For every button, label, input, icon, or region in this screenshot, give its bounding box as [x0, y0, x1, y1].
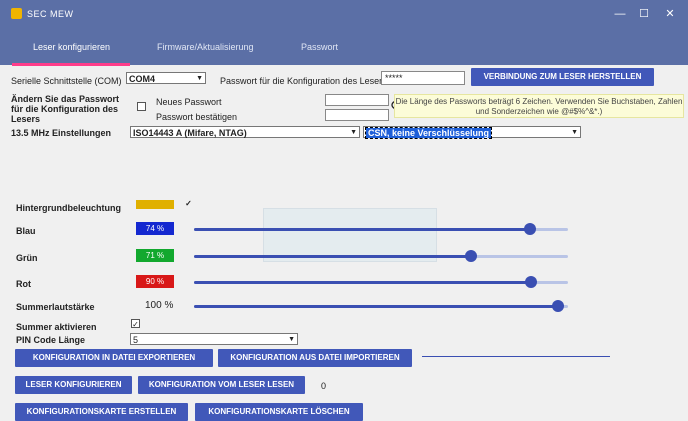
window-title: SEC MEW	[27, 9, 74, 19]
backlight-swatch	[136, 200, 174, 209]
new-password-input[interactable]	[325, 94, 389, 106]
com-port-value: COM4	[129, 74, 156, 84]
active-tab-indicator	[12, 63, 130, 66]
new-password-label: Neues Passwort	[156, 97, 222, 107]
confirm-password-input[interactable]	[325, 109, 389, 121]
green-slider-fill	[194, 255, 471, 258]
pin-length-label: PIN Code Länge	[16, 335, 86, 345]
buzzer-volume-thumb[interactable]	[552, 300, 564, 312]
minimize-button[interactable]: —	[610, 6, 630, 22]
change-password-label: Ändern Sie das Passwort für die Konfigur…	[11, 94, 120, 124]
buzzer-volume-value: 100 %	[145, 300, 174, 311]
green-label: Grün	[16, 253, 38, 263]
tab-firmware[interactable]: Firmware/Aktualisierung	[157, 42, 254, 52]
freq-settings-label: 13.5 MHz Einstellungen	[11, 128, 112, 138]
config-password-label: Passwort für die Konfiguration des Leser…	[220, 76, 387, 86]
chevron-down-icon: ▼	[350, 129, 357, 136]
tab-password[interactable]: Passwort	[301, 42, 338, 52]
change-password-checkbox[interactable]	[137, 102, 146, 111]
backlight-checkbox[interactable]: ✓	[184, 199, 193, 208]
close-button[interactable]: ✕	[660, 6, 680, 22]
buzzer-active-label: Summer aktivieren	[16, 322, 97, 332]
confirm-password-label: Passwort bestätigen	[156, 112, 238, 122]
chevron-down-icon: ▼	[571, 129, 578, 136]
green-slider[interactable]	[194, 250, 568, 262]
create-config-card-button[interactable]: KONFIGURATIONSKARTE ERSTELLEN	[15, 403, 188, 421]
buzzer-volume-slider[interactable]	[194, 300, 568, 312]
buzzer-active-checkbox[interactable]: ✓	[131, 319, 140, 329]
encryption-select[interactable]: CSN, keine Verschlüsselung ▼	[363, 126, 581, 139]
tab-configure[interactable]: Leser konfigurieren	[33, 42, 110, 52]
title-bar: SEC MEW — ☐ ✕	[0, 0, 688, 28]
buzzer-volume-label: Summerlautstärke	[16, 302, 95, 312]
tab-bar: Leser konfigurieren Firmware/Aktualisier…	[0, 28, 688, 65]
red-value: 90 %	[136, 275, 174, 288]
protocol-select[interactable]: ISO14443 A (Mifare, NTAG) ▼	[130, 126, 360, 138]
read-config-button[interactable]: KONFIGURATION VOM LESER LESEN	[138, 376, 305, 394]
pin-length-value: 5	[133, 335, 139, 345]
connect-button[interactable]: VERBINDUNG ZUM LESER HERSTELLEN	[471, 68, 654, 86]
chevron-down-icon: ▼	[196, 75, 203, 82]
green-slider-thumb[interactable]	[465, 250, 477, 262]
blue-value: 74 %	[136, 222, 174, 235]
read-status: 0	[321, 381, 327, 391]
maximize-button[interactable]: ☐	[634, 6, 654, 22]
protocol-value: ISO14443 A (Mifare, NTAG)	[133, 128, 247, 138]
encryption-value: CSN, keine Verschlüsselung	[364, 127, 493, 139]
blue-label: Blau	[16, 226, 36, 236]
progress-line	[422, 356, 610, 357]
export-config-button[interactable]: KONFIGURATION IN DATEI EXPORTIEREN	[15, 349, 213, 367]
red-label: Rot	[16, 279, 31, 289]
configure-reader-button[interactable]: LESER KONFIGURIEREN	[15, 376, 132, 394]
delete-config-card-button[interactable]: KONFIGURATIONSKARTE LÖSCHEN	[195, 403, 363, 421]
com-port-select[interactable]: COM4 ▼	[126, 72, 206, 84]
blue-slider-fill	[194, 228, 530, 231]
green-value: 71 %	[136, 249, 174, 262]
red-slider-fill	[194, 281, 531, 284]
app-icon	[11, 8, 22, 19]
red-slider[interactable]	[194, 276, 568, 288]
ghost-overlay	[263, 208, 437, 262]
chevron-down-icon: ▼	[288, 336, 295, 343]
pin-length-select[interactable]: 5 ▼	[130, 333, 298, 345]
password-hint: Die Länge des Passworts beträgt 6 Zeiche…	[394, 94, 684, 118]
blue-slider-thumb[interactable]	[524, 223, 536, 235]
backlight-label: Hintergrundbeleuchtung	[16, 203, 121, 213]
config-password-input[interactable]: *****	[381, 71, 465, 85]
blue-slider[interactable]	[194, 223, 568, 235]
buzzer-volume-fill	[194, 305, 556, 308]
com-port-label: Serielle Schnittstelle (COM)	[11, 76, 122, 86]
import-config-button[interactable]: KONFIGURATION AUS DATEI IMPORTIEREN	[218, 349, 412, 367]
red-slider-thumb[interactable]	[525, 276, 537, 288]
